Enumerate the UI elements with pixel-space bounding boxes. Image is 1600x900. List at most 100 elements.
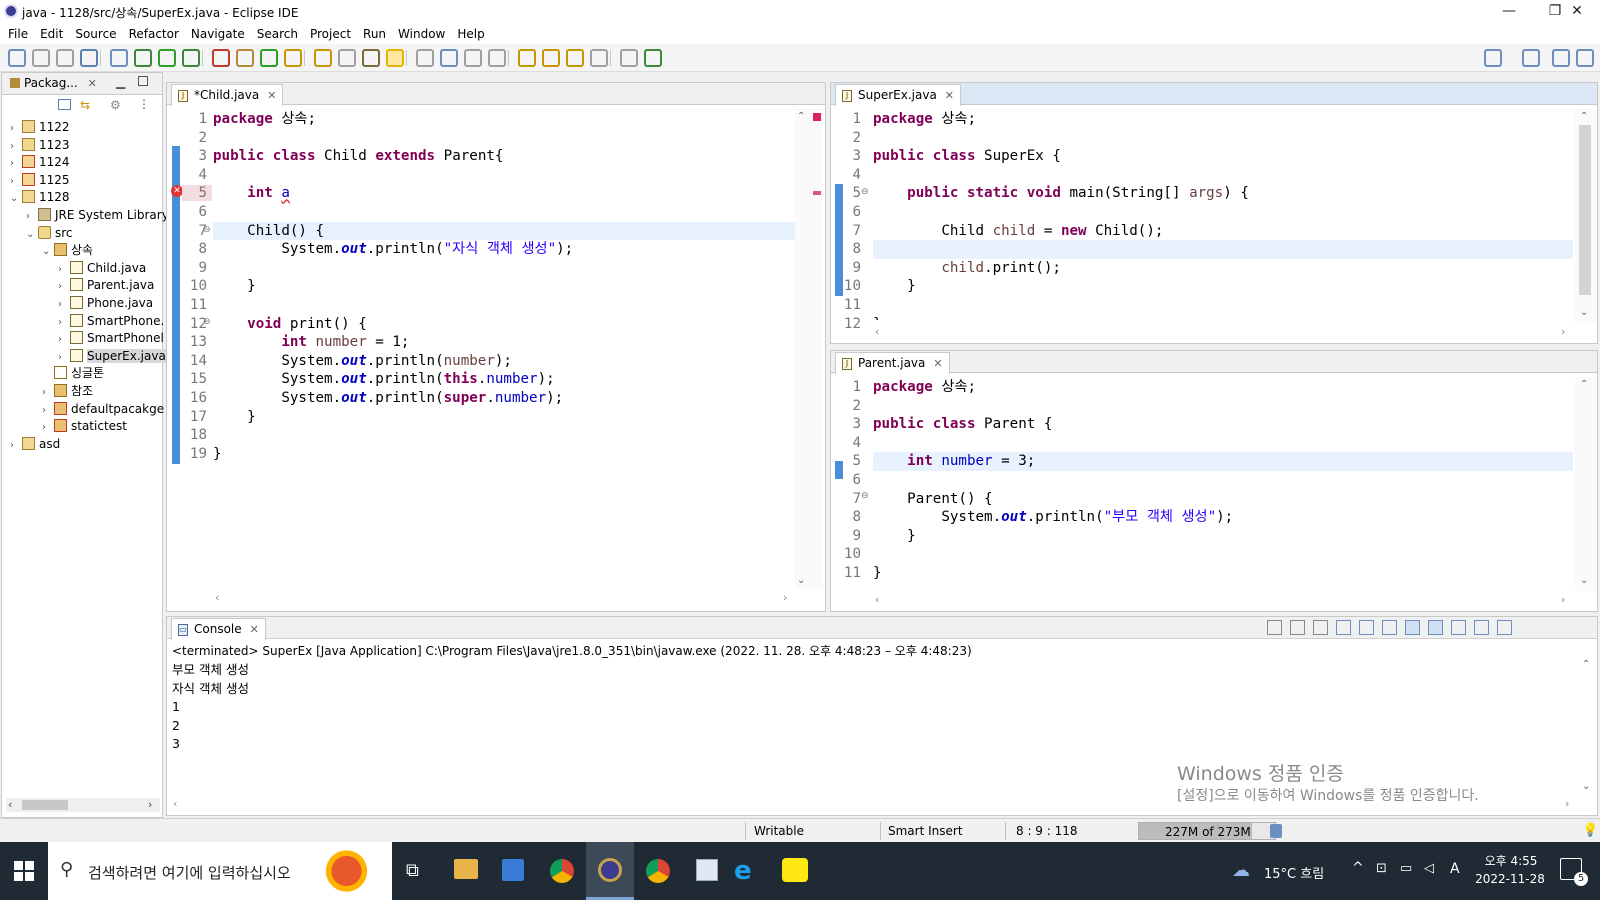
- tab-child-java[interactable]: J *Child.java ✕: [171, 84, 284, 106]
- scroll-lock-icon[interactable]: [1359, 620, 1374, 635]
- pin-editor-icon[interactable]: [644, 49, 662, 67]
- terminate-icon[interactable]: [1267, 620, 1282, 635]
- windows-start-icon[interactable]: [14, 861, 34, 881]
- scroll-right-icon[interactable]: ›: [1561, 325, 1565, 338]
- coverage-icon[interactable]: [182, 49, 200, 67]
- parent-hscrollbar[interactable]: ‹ ›: [873, 593, 1573, 607]
- expand-arrow-icon[interactable]: ›: [10, 173, 22, 191]
- run-icon[interactable]: [158, 49, 176, 67]
- expand-arrow-icon[interactable]: ›: [58, 314, 70, 332]
- expand-arrow-icon[interactable]: ›: [58, 261, 70, 279]
- link-with-editor-icon[interactable]: ⇆: [80, 99, 94, 111]
- display-console-icon[interactable]: [1474, 620, 1489, 635]
- tree-item[interactable]: ⌄ 1128: [2, 189, 162, 207]
- tree-item[interactable]: › defaultpacakge: [2, 401, 164, 420]
- close-icon[interactable]: ✕: [267, 89, 276, 102]
- view-menu-icon[interactable]: ⋮: [138, 97, 150, 111]
- menu-project[interactable]: Project: [304, 24, 357, 44]
- show-on-stderr-icon[interactable]: [1428, 620, 1443, 635]
- heap-status[interactable]: 227M of 273M: [1138, 822, 1276, 840]
- tree-item[interactable]: › Child.java: [2, 260, 162, 278]
- tree-item[interactable]: › SmartPhonel: [2, 330, 164, 348]
- expand-arrow-icon[interactable]: ›: [42, 402, 54, 420]
- scroll-right-icon[interactable]: ›: [783, 591, 787, 604]
- display-icon[interactable]: ▭: [1400, 861, 1412, 876]
- console-output[interactable]: 부모 객체 생성 자식 객체 생성 1 2 3: [172, 661, 249, 754]
- expand-arrow-icon[interactable]: ⌄: [42, 243, 54, 261]
- open-perspective-icon[interactable]: [1522, 49, 1540, 67]
- tree-item[interactable]: › SuperEx.java: [2, 348, 166, 366]
- menu-navigate[interactable]: Navigate: [185, 24, 251, 44]
- superex-code[interactable]: package 상속; public class SuperEx { publi…: [873, 110, 1573, 320]
- menu-run[interactable]: Run: [357, 24, 392, 44]
- search-toolbar-icon[interactable]: [338, 49, 356, 67]
- word-wrap-icon[interactable]: [1382, 620, 1397, 635]
- child-hscrollbar[interactable]: ‹ ›: [213, 591, 795, 605]
- internet-explorer-icon[interactable]: e: [734, 856, 752, 886]
- remove-all-launches-icon[interactable]: [1313, 620, 1328, 635]
- expand-arrow-icon[interactable]: ›: [42, 384, 54, 402]
- highlight-icon[interactable]: [386, 49, 404, 67]
- tree-item[interactable]: › asd: [2, 436, 162, 454]
- tree-item[interactable]: ⌄ 상속: [2, 242, 162, 260]
- weather-text[interactable]: 15°C 흐림: [1264, 863, 1324, 882]
- child-code[interactable]: package 상속; public class Child extends P…: [213, 110, 795, 463]
- task-view-icon[interactable]: ⧉: [406, 860, 419, 881]
- minimize-button[interactable]: —: [1486, 0, 1532, 24]
- menu-edit[interactable]: Edit: [34, 24, 69, 44]
- parent-vscrollbar[interactable]: ⌃ ⌄: [1575, 377, 1597, 591]
- clock-time[interactable]: 오후 4:55: [1476, 852, 1546, 869]
- quick-access-search-icon[interactable]: [1484, 49, 1502, 67]
- debug-icon[interactable]: [134, 49, 152, 67]
- show-hidden-icons[interactable]: ^: [1352, 860, 1364, 876]
- tree-item[interactable]: › JRE System Library: [2, 207, 169, 226]
- scroll-left-icon[interactable]: ‹: [875, 593, 879, 606]
- expand-arrow-icon[interactable]: ›: [10, 120, 22, 138]
- scroll-left-icon[interactable]: ‹: [173, 797, 177, 810]
- open-type-icon[interactable]: [284, 49, 302, 67]
- scroll-right-icon[interactable]: ›: [148, 798, 152, 811]
- fold-icon[interactable]: ⊖: [203, 225, 211, 235]
- error-overview-marker[interactable]: [813, 191, 821, 195]
- chrome-icon[interactable]: [550, 859, 574, 883]
- scroll-right-icon[interactable]: ›: [1561, 593, 1565, 606]
- close-icon[interactable]: ✕: [933, 357, 942, 370]
- scroll-up-icon[interactable]: ⌃: [797, 111, 805, 122]
- tree-item[interactable]: › 1123: [2, 137, 162, 155]
- expand-arrow-icon[interactable]: ›: [10, 437, 22, 455]
- save-icon[interactable]: [32, 49, 50, 67]
- scroll-up-icon[interactable]: ⌃: [1580, 111, 1588, 122]
- volume-icon[interactable]: ◁: [1424, 861, 1434, 876]
- lightbulb-icon[interactable]: 💡: [1582, 823, 1598, 838]
- scroll-left-icon[interactable]: ‹: [875, 325, 879, 338]
- java-ee-perspective-icon[interactable]: [1552, 49, 1570, 67]
- prev-annotation-icon[interactable]: [542, 49, 560, 67]
- close-button[interactable]: ✕: [1554, 0, 1600, 24]
- scroll-thumb[interactable]: [22, 800, 68, 810]
- expand-arrow-icon[interactable]: ›: [26, 208, 38, 226]
- collapse-all-icon[interactable]: [58, 99, 71, 110]
- toggle-mark-icon[interactable]: [362, 49, 380, 67]
- expand-arrow-icon[interactable]: ⌄: [10, 190, 22, 208]
- menu-refactor[interactable]: Refactor: [123, 24, 185, 44]
- last-edit-icon[interactable]: [566, 49, 584, 67]
- tree-item[interactable]: › 참조: [2, 383, 162, 401]
- superex-vscrollbar[interactable]: ⌃ ⌄: [1575, 109, 1597, 323]
- microsoft-store-icon[interactable]: [502, 859, 524, 881]
- scroll-down-icon[interactable]: ⌄: [1582, 781, 1590, 792]
- menu-file[interactable]: File: [2, 24, 34, 44]
- scroll-left-icon[interactable]: ‹: [215, 591, 219, 604]
- show-whitespace-icon[interactable]: [464, 49, 482, 67]
- menu-window[interactable]: Window: [392, 24, 451, 44]
- pin-console-icon[interactable]: [1451, 620, 1466, 635]
- scroll-up-icon[interactable]: ⌃: [1582, 659, 1590, 670]
- tree-item[interactable]: › Phone.java: [2, 295, 162, 313]
- new-java-package-icon[interactable]: [236, 49, 254, 67]
- show-on-stdout-icon[interactable]: [1405, 620, 1420, 635]
- scroll-down-icon[interactable]: ⌄: [797, 575, 805, 586]
- tree-item[interactable]: 싱글톤: [2, 365, 162, 383]
- console-vscrollbar[interactable]: ⌃ ⌄: [1579, 659, 1595, 799]
- pilcrow-icon[interactable]: [488, 49, 506, 67]
- tab-superex-java[interactable]: J SuperEx.java ✕: [835, 84, 962, 106]
- superex-hscrollbar[interactable]: ‹ ›: [873, 325, 1573, 339]
